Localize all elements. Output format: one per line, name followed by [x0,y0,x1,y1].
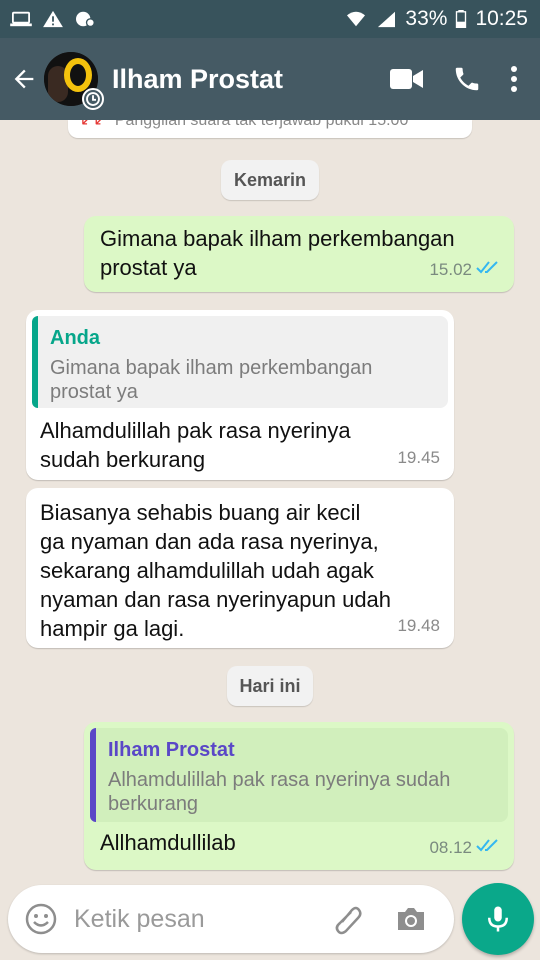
contact-avatar[interactable] [44,52,104,110]
missed-call-icon: ↙↙ [80,120,107,129]
camera-button[interactable] [394,902,428,936]
attach-button[interactable] [332,902,366,936]
emoji-button[interactable] [24,902,58,936]
quoted-sender: Ilham Prostat [108,739,235,761]
message-meta: 08.12 [429,833,500,862]
video-call-button[interactable] [390,67,424,91]
laptop-icon [10,10,32,28]
message-text-line: Gimana bapak ilham perkembangan [100,226,455,251]
message-time: 19.48 [397,616,440,635]
message-text-line: sudah berkurang [40,447,206,472]
voice-call-button[interactable] [452,64,482,94]
message-meta: 19.45 [397,443,440,472]
quoted-text-line: berkurang [108,793,199,815]
contact-name[interactable]: Ilham Prostat [112,64,390,95]
message-text-line: prostat ya [100,255,197,280]
message-bubble-incoming[interactable]: Anda Gimana bapak ilham perkembangan pro… [26,310,454,480]
message-meta: 15.02 [429,255,500,284]
phone-icon [455,67,479,91]
quoted-text-line: prostat ya [50,381,138,403]
message-bubble-outgoing[interactable]: Gimana bapak ilham perkembangan prostat … [84,216,514,292]
message-meta: 19.48 [397,611,440,640]
message-text-line: ga nyaman dan ada rasa nyerinya, [40,529,379,554]
quoted-text-line: Gimana bapak ilham perkembangan [50,357,373,379]
warning-icon [42,10,64,28]
paperclip-icon [335,906,362,935]
date-chip-today: Hari ini [227,666,313,706]
message-text-line: nyaman dan rasa nyerinyapun udah [40,587,392,612]
battery-icon [455,10,467,29]
read-ticks-icon [476,833,500,862]
quoted-message[interactable]: Ilham Prostat Alhamdulillah pak rasa nye… [90,728,508,822]
status-bar-notifications [10,10,96,28]
signal-icon [375,10,397,28]
quoted-text-line: Alhamdulillah pak rasa nyerinya sudah [108,769,451,791]
message-time: 15.02 [429,260,472,279]
camera-icon [398,908,424,930]
missed-call-notice: ↙↙ Panggilan suara tak terjawab pukul 15.… [68,120,472,138]
more-options-button[interactable] [510,65,518,93]
status-bar: 33% 10:25 [0,0,540,38]
quoted-sender: Anda [50,327,100,349]
message-bubble-outgoing[interactable]: Ilham Prostat Alhamdulillah pak rasa nye… [84,722,514,870]
wifi-icon [345,10,367,28]
status-clock-icon [82,88,104,110]
message-text-line: sekarang alhamdulillah udah agak [40,558,374,583]
quoted-message[interactable]: Anda Gimana bapak ilham perkembangan pro… [32,316,448,408]
battery-percentage: 33% [405,7,448,30]
voice-message-button[interactable] [462,883,534,955]
message-bubble-incoming[interactable]: Biasanya sehabis buang air kecil ga nyam… [26,488,454,648]
message-composer [8,885,454,953]
date-chip-yesterday: Kemarin [221,160,319,200]
smiley-icon [25,903,57,935]
video-camera-icon [390,69,423,89]
settings-notification-icon [74,10,96,28]
message-input[interactable] [74,904,314,934]
message-text-line: Allhamdullilab [100,830,236,855]
arrow-left-icon [14,69,34,89]
message-text-line: hampir ga lagi. [40,616,185,641]
read-ticks-icon [476,255,500,284]
message-text-line: Biasanya sehabis buang air kecil [40,500,361,525]
kebab-menu-icon [511,66,517,92]
chat-messages[interactable]: ↙↙ Panggilan suara tak terjawab pukul 15.… [0,120,540,880]
message-time: 19.45 [397,448,440,467]
message-time: 08.12 [429,838,472,857]
clock: 10:25 [475,7,528,30]
status-bar-system: 33% 10:25 [345,7,528,31]
back-button[interactable] [4,38,44,120]
chat-header: Ilham Prostat [0,38,540,120]
message-text-line: Alhamdulillah pak rasa nyerinya [40,418,351,443]
microphone-icon [488,906,508,932]
